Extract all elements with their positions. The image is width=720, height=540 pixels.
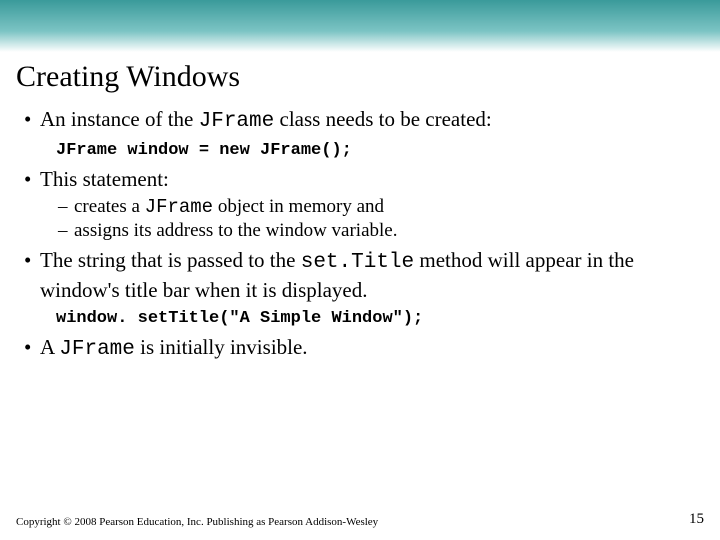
- sub-2: assigns its address to the window variab…: [40, 219, 696, 243]
- bullet-2: This statement: creates a JFrame object …: [24, 166, 696, 244]
- copyright-text: Copyright © 2008 Pearson Education, Inc.…: [16, 516, 378, 528]
- sub1-post: object in memory and: [213, 196, 384, 217]
- b1-post: class needs to be created:: [274, 107, 492, 131]
- slide-title: Creating Windows: [0, 52, 720, 106]
- b3-code: set.Title: [301, 251, 414, 274]
- slide-content: An instance of the JFrame class needs to…: [0, 106, 720, 364]
- page-number: 15: [689, 511, 704, 528]
- b4-code: JFrame: [59, 338, 135, 361]
- footer: Copyright © 2008 Pearson Education, Inc.…: [16, 511, 704, 528]
- bullet-3: The string that is passed to the set.Tit…: [24, 247, 696, 330]
- sub1-code: JFrame: [145, 196, 213, 218]
- header-gradient: [0, 0, 720, 52]
- b4-post: is initially invisible.: [135, 335, 308, 359]
- b1-code: JFrame: [199, 110, 275, 133]
- code-line-1: JFrame window = new JFrame();: [40, 140, 696, 162]
- b3-pre: The string that is passed to the: [40, 248, 301, 272]
- bullet-4: A JFrame is initially invisible.: [24, 334, 696, 364]
- sub1-pre: creates a: [74, 196, 145, 217]
- bullet-list: An instance of the JFrame class needs to…: [24, 106, 696, 364]
- b1-pre: An instance of the: [40, 107, 199, 131]
- sub-list: creates a JFrame object in memory and as…: [40, 195, 696, 244]
- b2-text: This statement:: [40, 167, 169, 191]
- bullet-1: An instance of the JFrame class needs to…: [24, 106, 696, 162]
- b4-pre: A: [40, 335, 59, 359]
- code-line-2: window. setTitle("A Simple Window");: [40, 308, 696, 330]
- sub-1: creates a JFrame object in memory and: [40, 195, 696, 219]
